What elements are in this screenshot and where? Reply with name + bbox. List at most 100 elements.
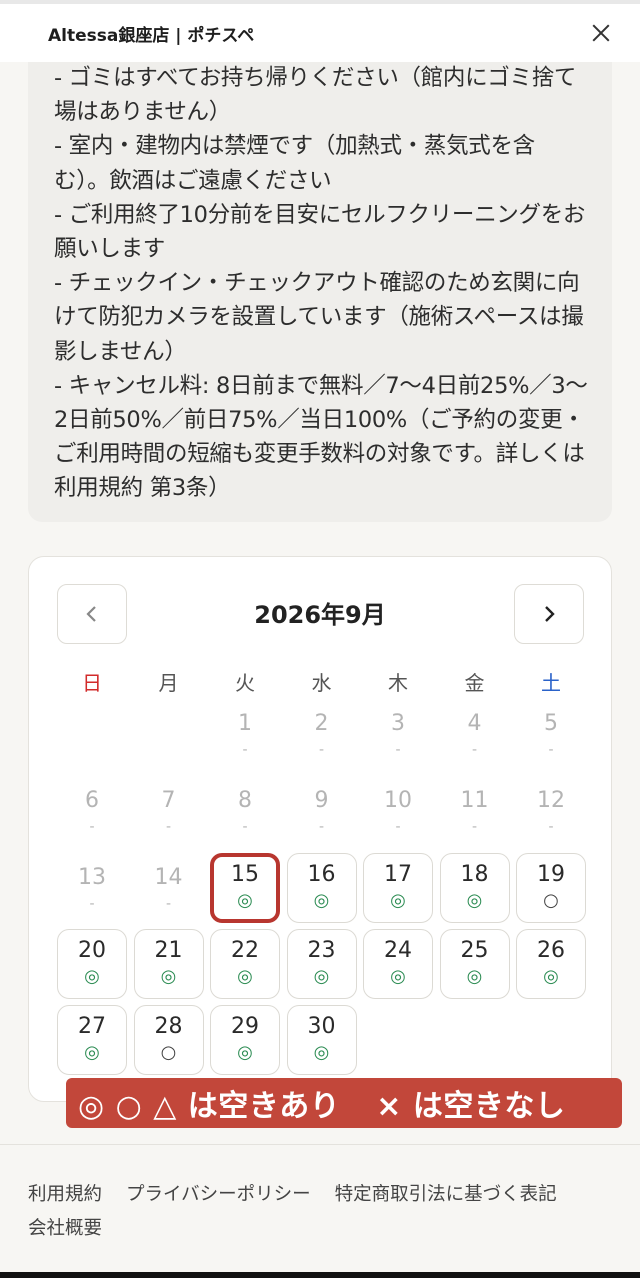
note-item: - キャンセル料: 8日前まで無料／7〜4日前25%／3〜2日前50%／前日75… (54, 372, 588, 502)
availability-mark: - (89, 896, 95, 912)
day-number: 10 (384, 788, 412, 813)
footer-link-terms[interactable]: 利用規約 (28, 1184, 102, 1205)
day-number: 9 (314, 788, 329, 813)
calendar-day-13: 13 - (57, 857, 127, 927)
availability-mark: - (548, 742, 554, 758)
footer-link-company[interactable]: 会社概要 (28, 1218, 102, 1239)
day-number: 30 (307, 1014, 336, 1039)
availability-mark: ◎ (313, 966, 330, 987)
calendar-day-18[interactable]: 18 ◎ (439, 853, 510, 923)
usage-notes: - ゴミはすべてお持ち帰りください（館内にゴミ捨て場はありません） - 室内・建… (28, 62, 612, 522)
day-number: 16 (307, 862, 336, 887)
calendar-day-23[interactable]: 23 ◎ (286, 929, 357, 999)
availability-mark: - (548, 819, 554, 835)
header-bar: Altessa銀座店 | ポチスペ (0, 0, 640, 62)
availability-mark: ◎ (390, 890, 406, 911)
calendar-day-28[interactable]: 28 ○ (133, 1005, 204, 1075)
availability-mark: - (471, 742, 478, 758)
calendar-day-29[interactable]: 29 ◎ (210, 1005, 280, 1075)
day-number: 3 (391, 711, 405, 736)
calendar-day-22[interactable]: 22 ◎ (210, 929, 280, 999)
day-number: 28 (154, 1014, 183, 1039)
note-item: - ご利用終了10分前を目安にセルフクリーニングをお願いします (54, 201, 586, 263)
calendar-day-16[interactable]: 16 ◎ (286, 853, 357, 923)
availability-calendar: 2026年9月 日 月 火 水 木 金 土 1-2-3-4-5-6-7-8-9-… (28, 556, 612, 1102)
calendar-day-17[interactable]: 17 ◎ (363, 853, 433, 923)
day-number: 11 (460, 788, 489, 813)
calendar-day-5: 5- (516, 703, 586, 773)
calendar-day-24[interactable]: 24 ◎ (363, 929, 433, 999)
calendar-day-1: 1- (210, 703, 280, 773)
page-title: Altessa銀座店 | ポチスペ (48, 25, 255, 46)
day-number: 27 (78, 1014, 106, 1039)
availability-mark: ○ (160, 1042, 177, 1063)
calendar-day-7: 7- (134, 780, 204, 850)
day-number: 13 (78, 865, 106, 890)
day-number: 15 (231, 862, 259, 887)
calendar-day-27[interactable]: 27 ◎ (57, 1005, 127, 1075)
system-nav-bar (0, 1272, 640, 1278)
note-item: - ゴミはすべてお持ち帰りください（館内にゴミ捨て場はありません） (54, 65, 577, 126)
weekday-sun: 日 (82, 671, 102, 695)
availability-mark: ◎ (543, 966, 559, 987)
availability-mark: ○ (543, 890, 559, 911)
weekday-tue: 火 (235, 671, 255, 695)
calendar-day-8: 8- (210, 780, 280, 850)
calendar-day-10: 10 - (363, 780, 433, 850)
footer-link-privacy[interactable]: プライバシーポリシー (126, 1184, 311, 1205)
availability-mark: ◎ (313, 1042, 330, 1063)
calendar-day-15[interactable]: 15 ◎ (210, 853, 280, 923)
note-item: - 室内・建物内は禁煙です（加熱式・蒸気式を含む）。飲酒はご遠慮ください (54, 133, 535, 194)
availability-mark: ◎ (466, 890, 483, 911)
chevron-right-icon (545, 606, 555, 622)
calendar-day-9: 9- (287, 780, 357, 850)
availability-mark: ◎ (313, 890, 330, 911)
calendar-day-3: 3- (363, 703, 433, 773)
calendar-day-26[interactable]: 26 ◎ (516, 929, 586, 999)
availability-mark: ◎ (237, 1042, 253, 1063)
day-number: 21 (154, 938, 183, 963)
day-number: 19 (537, 862, 565, 887)
day-number: 4 (467, 711, 482, 736)
calendar-day-30[interactable]: 30 ◎ (286, 1005, 357, 1075)
day-number: 8 (238, 788, 252, 813)
day-number: 29 (231, 1014, 259, 1039)
weekday-wed: 水 (311, 671, 332, 695)
footer-divider (0, 1144, 640, 1145)
availability-mark: - (395, 742, 401, 758)
calendar-day-19[interactable]: 19 ○ (516, 853, 586, 923)
availability-mark: ◎ (160, 966, 177, 987)
day-number: 18 (460, 862, 489, 887)
day-number: 7 (161, 788, 176, 813)
calendar-day-6: 6- (57, 780, 127, 850)
legend-available: ◎ ○ △ は空きあり (78, 1089, 341, 1124)
weekday-thu: 木 (388, 671, 408, 695)
day-number: 20 (78, 938, 106, 963)
availability-mark: - (89, 819, 95, 835)
day-number: 22 (231, 938, 259, 963)
availability-mark: - (165, 896, 172, 912)
calendar-day-21[interactable]: 21 ◎ (133, 929, 204, 999)
calendar-day-11: 11 - (440, 780, 510, 850)
day-number: 5 (544, 711, 558, 736)
calendar-day-2: 2- (287, 703, 357, 773)
availability-mark: - (318, 819, 325, 835)
calendar-day-4: 4- (440, 703, 510, 773)
weekday-fri: 金 (464, 671, 485, 695)
availability-mark: ◎ (390, 966, 406, 987)
weekday-mon: 月 (158, 671, 179, 695)
footer: 利用規約 プライバシーポリシー 特定商取引法に基づく表記 会社概要 (28, 1178, 612, 1246)
availability-mark: ◎ (84, 966, 100, 987)
footer-link-commerce-law[interactable]: 特定商取引法に基づく表記 (335, 1184, 557, 1205)
next-month-button[interactable] (514, 584, 584, 644)
day-number: 25 (460, 938, 489, 963)
close-icon[interactable] (586, 18, 616, 48)
calendar-day-25[interactable]: 25 ◎ (439, 929, 510, 999)
day-number: 23 (307, 938, 336, 963)
calendar-day-12: 12 - (516, 780, 586, 850)
day-number: 6 (85, 788, 99, 813)
day-number: 26 (537, 938, 565, 963)
availability-mark: ◎ (237, 966, 253, 987)
calendar-day-20[interactable]: 20 ◎ (57, 929, 127, 999)
legend-unavailable: × は空きなし (376, 1089, 566, 1124)
